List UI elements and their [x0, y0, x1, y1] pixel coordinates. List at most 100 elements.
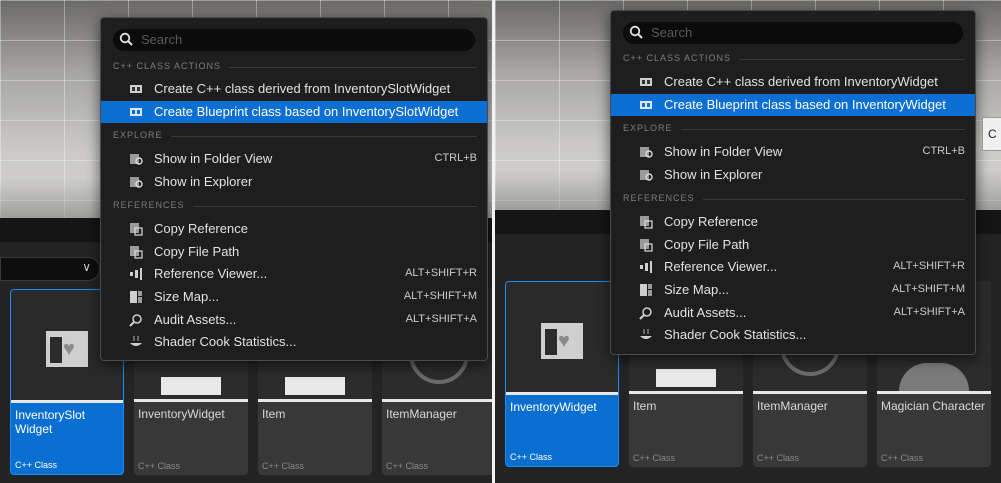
audit-icon: [129, 314, 142, 327]
folder-search-icon: [640, 147, 653, 158]
shortcut-label: CTRL+B: [434, 152, 478, 164]
shortcut-label: ALT+SHIFT+R: [405, 267, 477, 279]
menu-item-show-explorer[interactable]: Show in Explorer: [101, 171, 487, 193]
tile-divider: [11, 400, 123, 403]
menu-item-label: Copy File Path: [154, 244, 240, 259]
menu-item-show-folder[interactable]: Show in Folder View CTRL+B: [611, 141, 975, 163]
context-menu: Search C++ CLASS ACTIONS Create C++ clas…: [100, 17, 488, 361]
asset-type: C++ Class: [633, 453, 676, 463]
shader-stats-icon: [640, 329, 652, 339]
class-thumbnail-icon: [285, 377, 345, 395]
section-header: REFERENCES: [623, 193, 965, 205]
menu-item-label: Create C++ class derived from InventoryW…: [664, 74, 938, 89]
size-map-icon: [640, 284, 652, 296]
menu-item-show-folder[interactable]: Show in Folder View CTRL+B: [101, 148, 487, 170]
menu-item-reference-viewer[interactable]: Reference Viewer... ALT+SHIFT+R: [101, 263, 487, 285]
search-input[interactable]: Search: [623, 22, 963, 44]
search-placeholder: Search: [651, 25, 693, 40]
tooltip-text: C: [988, 127, 997, 141]
asset-name: Item: [262, 407, 286, 421]
copy-reference-icon: [640, 216, 653, 229]
menu-item-label: Show in Folder View: [664, 144, 783, 159]
tooltip: C: [982, 117, 1001, 151]
right-panel: InventoryWidget C++ Class Item C++ Class…: [495, 0, 1001, 483]
cpp-class-icon: [130, 108, 142, 116]
menu-item-label: Audit Assets...: [154, 312, 237, 327]
tile-divider: [258, 399, 372, 402]
shortcut-label: ALT+SHIFT+R: [893, 260, 965, 272]
menu-item-label: Show in Folder View: [154, 151, 273, 166]
asset-name: ItemManager: [386, 407, 457, 421]
class-thumbnail-icon: [656, 369, 716, 387]
menu-item-label: Show in Explorer: [664, 167, 763, 182]
search-icon: [629, 25, 643, 39]
asset-name: InventoryWidget: [510, 400, 597, 414]
menu-item-audit-assets[interactable]: Audit Assets... ALT+SHIFT+A: [611, 302, 975, 324]
search-input[interactable]: Search: [113, 29, 475, 51]
asset-type: C++ Class: [262, 461, 305, 471]
search-placeholder: Search: [141, 32, 183, 47]
asset-name: InventorySlot Widget: [15, 408, 86, 436]
left-panel: ∨ InventorySlot Widget C++ Class Invento…: [0, 0, 492, 483]
menu-item-shader-cook[interactable]: Shader Cook Statistics...: [101, 331, 487, 353]
size-map-icon: [130, 291, 142, 303]
tile-divider: [753, 391, 867, 394]
filter-dropdown[interactable]: ∨: [0, 257, 100, 281]
asset-name: ItemManager: [757, 399, 828, 413]
folder-search-icon: [130, 154, 143, 165]
menu-item-label: Reference Viewer...: [664, 259, 778, 274]
asset-type: C++ Class: [15, 460, 58, 470]
menu-item-label: Shader Cook Statistics...: [664, 327, 807, 342]
shortcut-label: ALT+SHIFT+M: [403, 290, 477, 302]
tile-divider: [382, 399, 492, 402]
menu-item-label: Copy File Path: [664, 237, 750, 252]
menu-item-label: Audit Assets...: [664, 305, 747, 320]
tile-divider: [134, 399, 248, 402]
menu-item-copy-path[interactable]: Copy File Path: [101, 241, 487, 263]
section-header: C++ CLASS ACTIONS: [113, 61, 477, 73]
class-thumbnail-icon: [899, 363, 969, 391]
copy-path-icon: [640, 239, 653, 252]
shader-stats-icon: [130, 336, 142, 346]
menu-item-create-cpp[interactable]: Create C++ class derived from InventoryW…: [611, 71, 975, 93]
audit-icon: [639, 307, 652, 320]
cpp-class-icon: [130, 85, 142, 93]
menu-item-audit-assets[interactable]: Audit Assets... ALT+SHIFT+A: [101, 309, 487, 331]
tile-divider: [877, 391, 991, 394]
menu-item-copy-reference[interactable]: Copy Reference: [101, 218, 487, 240]
section-header: C++ CLASS ACTIONS: [623, 53, 965, 65]
menu-item-copy-path[interactable]: Copy File Path: [611, 234, 975, 256]
asset-type: C++ Class: [386, 461, 429, 471]
section-header: REFERENCES: [113, 200, 477, 212]
menu-item-label: Shader Cook Statistics...: [154, 334, 297, 349]
menu-item-shader-cook[interactable]: Shader Cook Statistics...: [611, 324, 975, 346]
folder-search-icon: [130, 177, 143, 188]
tile-divider: [629, 391, 743, 394]
menu-item-label: Copy Reference: [154, 221, 248, 236]
menu-item-reference-viewer[interactable]: Reference Viewer... ALT+SHIFT+R: [611, 256, 975, 278]
copy-reference-icon: [130, 223, 143, 236]
menu-item-label: Create Blueprint class based on Inventor…: [154, 104, 459, 119]
asset-type: C++ Class: [881, 453, 924, 463]
menu-item-create-blueprint[interactable]: Create Blueprint class based on Inventor…: [101, 101, 487, 123]
shortcut-label: ALT+SHIFT+A: [893, 306, 965, 318]
menu-item-size-map[interactable]: Size Map... ALT+SHIFT+M: [611, 279, 975, 301]
asset-tile[interactable]: InventoryWidget C++ Class: [505, 281, 619, 467]
section-header: EXPLORE: [623, 123, 965, 135]
menu-item-label: Show in Explorer: [154, 174, 253, 189]
asset-type: C++ Class: [757, 453, 800, 463]
menu-item-show-explorer[interactable]: Show in Explorer: [611, 164, 975, 186]
context-menu: Search C++ CLASS ACTIONS Create C++ clas…: [610, 10, 976, 355]
menu-item-create-blueprint[interactable]: Create Blueprint class based on Inventor…: [611, 94, 975, 116]
widget-class-icon: [541, 323, 583, 359]
menu-item-label: Create C++ class derived from InventoryS…: [154, 81, 451, 96]
folder-search-icon: [640, 170, 653, 181]
menu-item-copy-reference[interactable]: Copy Reference: [611, 211, 975, 233]
copy-path-icon: [130, 246, 143, 259]
menu-item-size-map[interactable]: Size Map... ALT+SHIFT+M: [101, 286, 487, 308]
chevron-down-icon: ∨: [82, 260, 91, 274]
asset-thumbnail: [506, 282, 618, 392]
cpp-class-icon: [640, 78, 652, 86]
menu-item-label: Size Map...: [664, 282, 730, 297]
menu-item-create-cpp[interactable]: Create C++ class derived from InventoryS…: [101, 78, 487, 100]
